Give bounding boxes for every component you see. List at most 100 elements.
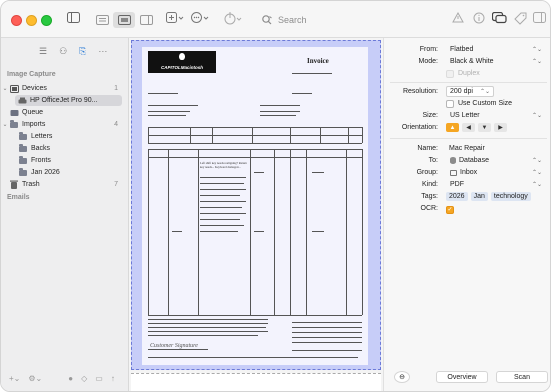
tag-token[interactable]: Jan [470, 192, 488, 201]
section-emails: Emails [7, 194, 30, 201]
add-icon[interactable] [166, 12, 184, 27]
checkbox-icon [446, 69, 454, 78]
tag-icon[interactable] [514, 12, 527, 27]
overview-button[interactable]: Overview [436, 371, 488, 383]
chevron-down-icon[interactable]: ⌄ [1, 121, 9, 128]
sidebar-item-trash[interactable]: Trash 7 [1, 179, 128, 190]
devices-count: 1 [114, 85, 118, 92]
popup-arrows-icon: ⌃⌄ [531, 47, 542, 53]
sidebar-toggle-icon[interactable] [67, 12, 80, 27]
import-icon[interactable]: ⎘ [79, 46, 86, 57]
sidebar-item-label: Backs [31, 145, 51, 152]
duplex-checkbox[interactable]: Duplex [446, 68, 480, 79]
add-icon[interactable]: +⌄ [9, 374, 20, 383]
tags-field[interactable]: 2026 Jan technology [446, 191, 534, 202]
destination-popup[interactable]: Database ⌃⌄ [446, 155, 546, 166]
group-popup[interactable]: Inbox ⌃⌄ [446, 167, 546, 178]
popup-arrows-icon: ⌃⌄ [531, 182, 542, 188]
tag-token[interactable]: 2026 [446, 192, 468, 201]
action-menu-icon[interactable]: ⚙⌄ [28, 374, 42, 383]
info-footer-icon[interactable]: ↑ [111, 374, 115, 383]
trash-icon [9, 180, 19, 189]
sidebar-item-imports[interactable]: ⌄ Imports 4 [1, 119, 128, 130]
from-label: From: [419, 46, 438, 53]
inspector-icon[interactable] [533, 12, 546, 27]
orientation-right-icon[interactable]: ▶ [494, 123, 507, 132]
sidebar-item-letters[interactable]: Letters [1, 131, 128, 142]
info-icon[interactable] [473, 12, 485, 27]
sidebar-controls: ☰ ⚇ ⎘ ··· [39, 46, 107, 57]
sidebar-item-label: Queue [22, 109, 44, 116]
search-filter-icon[interactable]: ▭ [95, 374, 103, 383]
search-icon [262, 15, 272, 25]
orientation-left-icon[interactable]: ◀ [462, 123, 475, 132]
sidebar-item-devices[interactable]: ⌄ Devices 1 [1, 83, 128, 94]
section-image-capture: Image Capture [7, 71, 56, 78]
sidebar-item-jan-2026[interactable]: Jan 2026 [1, 167, 128, 178]
image-capture-window: Search ☰ ⚇ ⎘ ··· Image Capture ⌄ Devices… [0, 0, 551, 392]
search-field[interactable]: Search [262, 13, 307, 27]
sidebar-item-label: Imports [22, 121, 46, 128]
zoom-window-button[interactable] [41, 15, 52, 26]
more-options-icon[interactable]: ··· [98, 46, 107, 57]
tag-filter-icon[interactable]: ◇ [81, 374, 87, 383]
orientation-upright-icon[interactable]: ▲ [446, 123, 459, 132]
mode-popup[interactable]: Black & White ⌃⌄ [446, 56, 546, 67]
stepper-arrows-icon[interactable]: ⌃⌄ [480, 88, 490, 95]
printer-icon [17, 97, 27, 105]
panel-view-icon[interactable] [135, 12, 157, 28]
checkmark-icon: ✓ [446, 205, 454, 214]
sidebar-item-label: HP OfficeJet Pro 90... [30, 97, 98, 104]
minimize-window-button[interactable] [26, 15, 37, 26]
size-label: Size: [422, 112, 438, 119]
scan-button[interactable]: Scan [496, 371, 548, 383]
checkbox-icon [446, 99, 454, 108]
tag-token[interactable]: technology [490, 192, 531, 201]
list-view-icon[interactable] [91, 12, 113, 28]
folder-icon [18, 167, 28, 177]
scanned-invoice-document: CAPITOLMacintosh Invoice Left shift key … [142, 47, 368, 365]
kind-label: Kind: [422, 181, 438, 188]
folder-icon [18, 155, 28, 165]
ocr-checkbox[interactable]: ✓ [446, 204, 458, 215]
sidebar: ☰ ⚇ ⎘ ··· Image Capture ⌄ Devices 1 HP O… [1, 38, 129, 391]
from-popup[interactable]: Flatbed ⌃⌄ [446, 44, 546, 55]
invoice-title: Invoice [307, 57, 329, 65]
imports-count: 4 [114, 121, 118, 128]
sidebar-footer: +⌄ ⚙⌄ ● ◇ ▭ ↑ [9, 374, 115, 383]
search-placeholder: Search [278, 15, 307, 25]
kind-popup[interactable]: PDF ⌃⌄ [446, 179, 546, 190]
name-field[interactable]: Mac Repair [446, 143, 546, 154]
popup-arrows-icon: ⌃⌄ [531, 158, 542, 164]
chevron-down-icon[interactable]: ⌄ [1, 85, 9, 92]
network-icon[interactable]: ⚇ [59, 46, 67, 57]
status-icon[interactable]: ● [68, 374, 73, 383]
grid-view-icon[interactable] [113, 12, 135, 28]
sidebar-item-label: Letters [31, 133, 53, 140]
resolution-label: Resolution: [402, 88, 438, 95]
group-label: Group: [416, 169, 438, 176]
sidebar-item-backs[interactable]: Backs [1, 143, 128, 154]
trash-count: 7 [114, 181, 118, 188]
warning-icon[interactable] [452, 12, 464, 27]
minus-icon[interactable]: ⊖ [394, 371, 410, 383]
share-icon[interactable] [224, 12, 242, 27]
scan-selection-area[interactable]: CAPITOLMacintosh Invoice Left shift key … [131, 40, 381, 370]
sidebar-item-hp-officejet[interactable]: HP OfficeJet Pro 90... [1, 95, 128, 106]
tags-label: Tags: [421, 193, 438, 200]
name-label: Name: [417, 145, 438, 152]
folder-icon [9, 119, 19, 129]
custom-size-checkbox[interactable]: Use Custom Size [446, 98, 512, 109]
chat-icon[interactable] [492, 12, 507, 27]
sidebar-item-fronts[interactable]: Fronts [1, 155, 128, 166]
more-icon[interactable] [191, 12, 209, 27]
sidebar-item-label: Jan 2026 [31, 169, 60, 176]
list-icon[interactable]: ☰ [39, 46, 47, 57]
toolbar: Search [1, 1, 550, 38]
to-label: To: [428, 157, 438, 164]
orientation-down-icon[interactable]: ▼ [478, 123, 491, 132]
close-window-button[interactable] [11, 15, 22, 26]
resolution-stepper[interactable]: 200 dpi ⌃⌄ [446, 86, 494, 97]
size-popup[interactable]: US Letter ⌃⌄ [446, 110, 546, 121]
sidebar-item-queue[interactable]: Queue [1, 107, 128, 118]
